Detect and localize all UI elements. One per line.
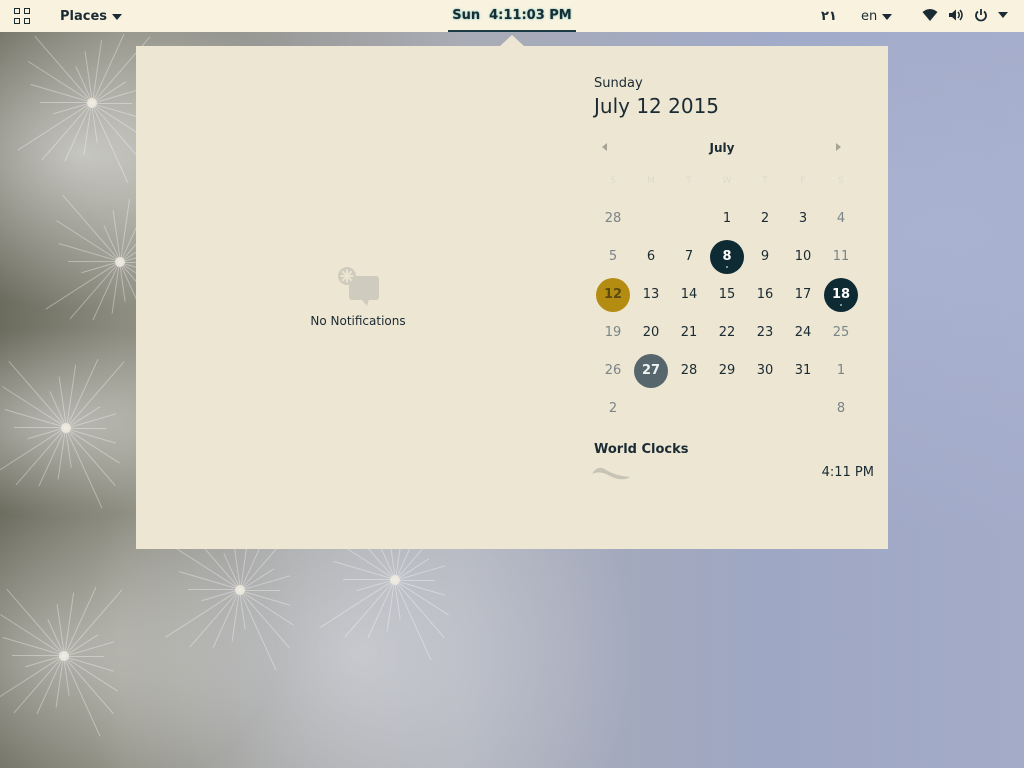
calendar-day-selected[interactable]: 12 — [596, 278, 630, 312]
calendar-day[interactable]: 27 — [634, 354, 668, 388]
wallpaper-fiber — [92, 88, 143, 104]
wallpaper-fiber — [239, 590, 290, 649]
calendar-day[interactable]: 7 — [672, 240, 706, 274]
input-language-label: en — [861, 9, 878, 24]
volume-icon — [949, 9, 963, 21]
calendar-day[interactable]: 21 — [672, 316, 706, 350]
wallpaper-fiber — [40, 102, 92, 103]
calendar-day[interactable]: 22 — [710, 316, 744, 350]
input-language-menu[interactable]: en — [861, 9, 893, 24]
weekday-label: T — [686, 176, 692, 186]
calendar-day[interactable]: 16 — [748, 278, 782, 312]
system-menu[interactable] — [922, 8, 1008, 22]
next-month-button[interactable] — [836, 143, 841, 151]
wallpaper-fiber — [66, 413, 117, 429]
no-notifications-label: No Notifications — [310, 314, 406, 328]
wallpaper-seed — [87, 98, 97, 108]
world-clock-city-label — [592, 467, 630, 480]
clock-time: 4:11:03 PM — [489, 7, 572, 23]
chevron-down-icon — [882, 13, 893, 20]
clock-day: Sun — [452, 7, 481, 23]
calendar-day[interactable]: 1 — [710, 202, 744, 236]
calendar-day[interactable]: 19 — [596, 316, 630, 350]
calendar-day[interactable]: 24 — [786, 316, 820, 350]
notification-list: No Notifications — [136, 46, 580, 549]
calendar-day[interactable]: 9 — [748, 240, 782, 274]
wallpaper-seed — [235, 585, 245, 595]
date-menu-popup: No Notifications Sunday July 12 2015 Jul… — [136, 46, 888, 549]
selected-full-date[interactable]: July 12 2015 — [594, 94, 719, 118]
popup-pointer — [500, 35, 524, 46]
calendar-day[interactable]: 8 — [710, 240, 744, 274]
world-clock-time: 4:11 PM — [821, 465, 874, 480]
month-label: July — [709, 141, 735, 155]
calendar-day[interactable]: 10 — [786, 240, 820, 274]
clock-button[interactable]: Sun 4:11:03 PM — [448, 0, 576, 32]
calendar-day[interactable]: 30 — [748, 354, 782, 388]
top-bar: Places Sun 4:11:03 PM ٢١ en — [0, 0, 1024, 32]
wallpaper-fiber — [91, 103, 142, 162]
previous-month-button[interactable] — [602, 143, 607, 151]
calendar-day[interactable]: 3 — [786, 202, 820, 236]
selected-day-name: Sunday — [594, 76, 643, 91]
calendar-day[interactable]: 29 — [710, 354, 744, 388]
calendar-day[interactable]: 28 — [672, 354, 706, 388]
event-dot-icon — [840, 304, 842, 306]
calendar-day[interactable]: 28 — [596, 202, 630, 236]
calendar-day[interactable]: 20 — [634, 316, 668, 350]
calendar-day[interactable]: 14 — [672, 278, 706, 312]
calendar-day[interactable]: 31 — [786, 354, 820, 388]
calendar-day[interactable]: 5 — [596, 240, 630, 274]
calendar-day[interactable]: 6 — [634, 240, 668, 274]
wallpaper-fiber — [0, 655, 65, 704]
calendar-day[interactable]: 13 — [634, 278, 668, 312]
weekday-label: W — [722, 176, 732, 186]
wallpaper-seed — [115, 257, 125, 267]
weekday-label: F — [800, 176, 806, 186]
wallpaper-fiber — [68, 261, 120, 262]
wallpaper-fiber — [240, 575, 291, 591]
weekday-label: M — [647, 176, 655, 186]
wallpaper-fiber — [65, 428, 116, 487]
activities-grid-icon[interactable] — [14, 8, 31, 25]
world-clocks-title[interactable]: World Clocks — [594, 442, 689, 457]
calendar-day[interactable]: 25 — [824, 316, 858, 350]
weekday-label: S — [838, 176, 844, 186]
wallpaper-seed — [61, 423, 71, 433]
calendar-day[interactable]: 1 — [824, 354, 858, 388]
calendar-day[interactable]: 4 — [824, 202, 858, 236]
calendar-day[interactable]: 23 — [748, 316, 782, 350]
wallpaper-fiber — [394, 580, 445, 639]
wallpaper-fiber — [14, 427, 66, 428]
wallpaper-seed — [390, 575, 400, 585]
calendar-panel: Sunday July 12 2015 July SMTWTFS 28 1 2 3 4 5… — [580, 46, 888, 549]
calendar-day[interactable]: 2 — [748, 202, 782, 236]
calendar-day[interactable]: 8 — [824, 392, 858, 426]
weekday-label: S — [610, 176, 616, 186]
chevron-down-icon — [998, 12, 1008, 18]
wallpaper-fiber — [395, 565, 446, 581]
places-label: Places — [60, 9, 108, 24]
event-dot-icon — [726, 266, 728, 268]
chevron-down-icon — [112, 13, 123, 20]
notification-bubble-icon — [338, 267, 379, 306]
wallpaper-fiber — [188, 589, 240, 590]
power-icon — [975, 9, 987, 22]
calendar-day[interactable]: 2 — [596, 392, 630, 426]
arabic-date-indicator[interactable]: ٢١ — [821, 9, 837, 24]
wallpaper-fiber — [12, 655, 64, 656]
calendar-day[interactable]: 26 — [596, 354, 630, 388]
wallpaper-fiber — [64, 641, 115, 657]
weekday-label: T — [762, 176, 768, 186]
calendar-day[interactable]: 11 — [824, 240, 858, 274]
wallpaper-fiber — [0, 427, 67, 476]
wallpaper-fiber — [63, 656, 114, 715]
wallpaper-fiber — [343, 579, 395, 580]
calendar-day[interactable]: 17 — [786, 278, 820, 312]
calendar-day[interactable]: 18 — [824, 278, 858, 312]
wallpaper-seed — [59, 651, 69, 661]
places-menu[interactable]: Places — [60, 9, 123, 24]
calendar-day[interactable]: 15 — [710, 278, 744, 312]
wifi-icon — [922, 9, 938, 21]
